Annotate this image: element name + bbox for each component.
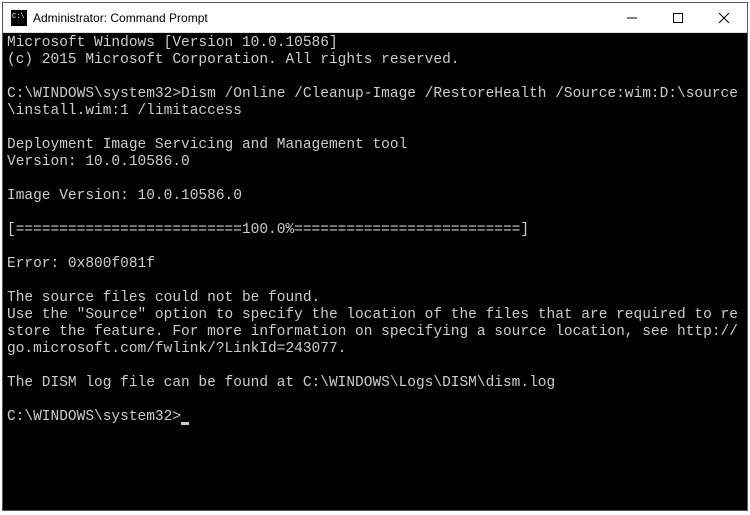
command-prompt-window: Administrator: Command Prompt Microsoft …: [2, 2, 748, 511]
error-msg-1: The source files could not be found.: [7, 290, 320, 306]
prompt: C:\WINDOWS\system32>: [7, 86, 181, 102]
close-button[interactable]: [701, 3, 747, 32]
progress-bar: [==========================100.0%=======…: [7, 222, 529, 238]
terminal-output[interactable]: Microsoft Windows [Version 10.0.10586] (…: [3, 33, 747, 510]
os-version-line: Microsoft Windows [Version 10.0.10586]: [7, 35, 338, 51]
cursor: [181, 422, 189, 425]
minimize-button[interactable]: [609, 3, 655, 32]
error-code-line: Error: 0x800f081f: [7, 256, 155, 272]
maximize-button[interactable]: [655, 3, 701, 32]
prompt: C:\WINDOWS\system32>: [7, 409, 181, 425]
error-msg-2: Use the "Source" option to specify the l…: [7, 307, 738, 357]
window-title: Administrator: Command Prompt: [33, 11, 609, 25]
copyright-line: (c) 2015 Microsoft Corporation. All righ…: [7, 52, 459, 68]
image-version-line: Image Version: 10.0.10586.0: [7, 188, 242, 204]
titlebar[interactable]: Administrator: Command Prompt: [3, 3, 747, 33]
tool-version-line: Version: 10.0.10586.0: [7, 154, 190, 170]
cmd-icon: [11, 10, 27, 26]
log-location-line: The DISM log file can be found at C:\WIN…: [7, 375, 555, 391]
window-controls: [609, 3, 747, 32]
tool-name-line: Deployment Image Servicing and Managemen…: [7, 137, 407, 153]
